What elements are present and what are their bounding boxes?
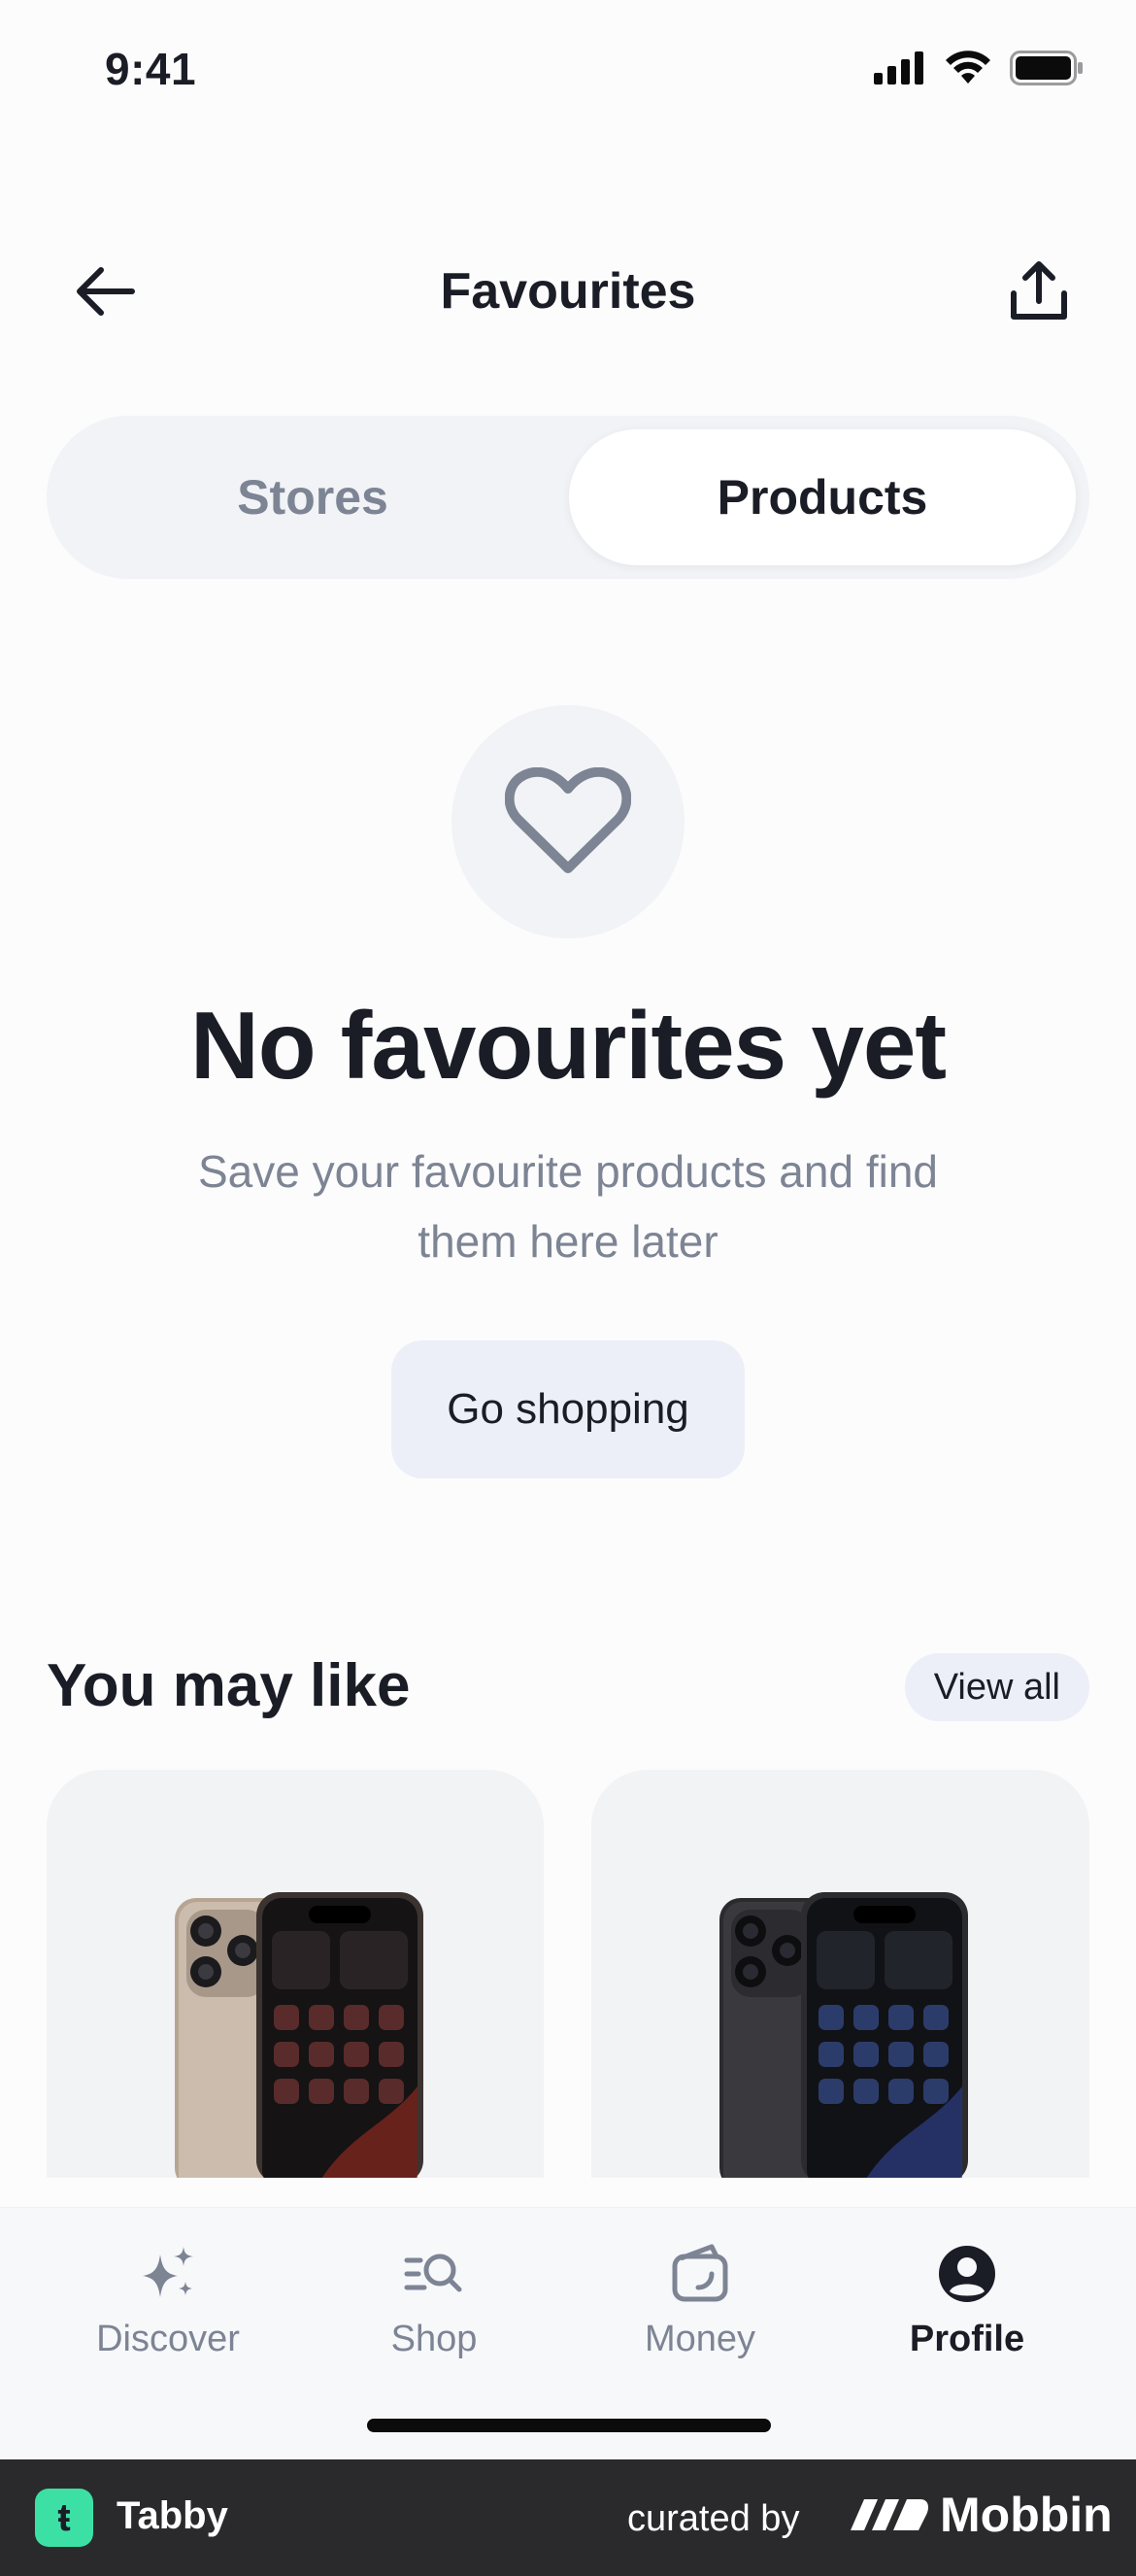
signal-icon [874,51,923,85]
section-title: You may like [47,1652,411,1719]
tabby-logo-icon: ŧ [35,2489,93,2547]
status-time: 9:41 [105,44,197,94]
mobbin-logo-icon [851,2499,928,2530]
footer-curated-by: curated by [627,2498,800,2539]
empty-state-subtitle: Save your favourite products and find th… [197,1146,938,1267]
mobbin-brand: Mobbin [851,2487,1113,2543]
wallet-icon [672,2244,728,2302]
wifi-icon [946,51,990,84]
status-icons [874,51,1084,85]
sparkles-icon [143,2247,193,2297]
tab-label: Money [644,2319,756,2359]
share-icon [1011,261,1067,320]
footer-bar: ŧ Tabby curated by Mobbin [0,2459,1136,2576]
go-shopping-button[interactable]: Go shopping [391,1340,745,1478]
battery-icon [1010,51,1083,85]
status-bar: 9:41 [0,0,1136,146]
product-card[interactable] [591,1770,1089,2178]
tab-label: Profile [909,2319,1025,2359]
favourites-segmented-control: Stores Products [47,416,1089,579]
tab-profile[interactable]: Profile [851,2243,1084,2360]
product-image [719,1892,968,2178]
tab-stores[interactable]: Stores [60,429,565,565]
tab-discover[interactable]: Discover [51,2243,284,2360]
view-all-button[interactable]: View all [904,1653,1089,1721]
product-image [175,1892,423,2178]
product-card[interactable] [47,1770,544,2178]
profile-icon [939,2246,995,2302]
shop-search-icon [404,2254,462,2292]
tab-shop[interactable]: Shop [317,2243,551,2360]
heart-icon [505,767,631,873]
mobbin-wordmark: Mobbin [940,2488,1113,2542]
tab-label: Discover [96,2319,240,2359]
empty-state-icon-circle [451,705,685,938]
tab-products[interactable]: Products [569,429,1076,565]
footer-app-name: Tabby [117,2494,228,2537]
share-button[interactable] [1000,253,1078,330]
page-title: Favourites [440,263,696,320]
empty-state-title: No favourites yet [189,992,947,1099]
nav-bar: Favourites [0,233,1136,350]
tab-money[interactable]: Money [584,2243,817,2360]
home-indicator [367,2419,771,2432]
tab-label: Shop [390,2319,478,2359]
